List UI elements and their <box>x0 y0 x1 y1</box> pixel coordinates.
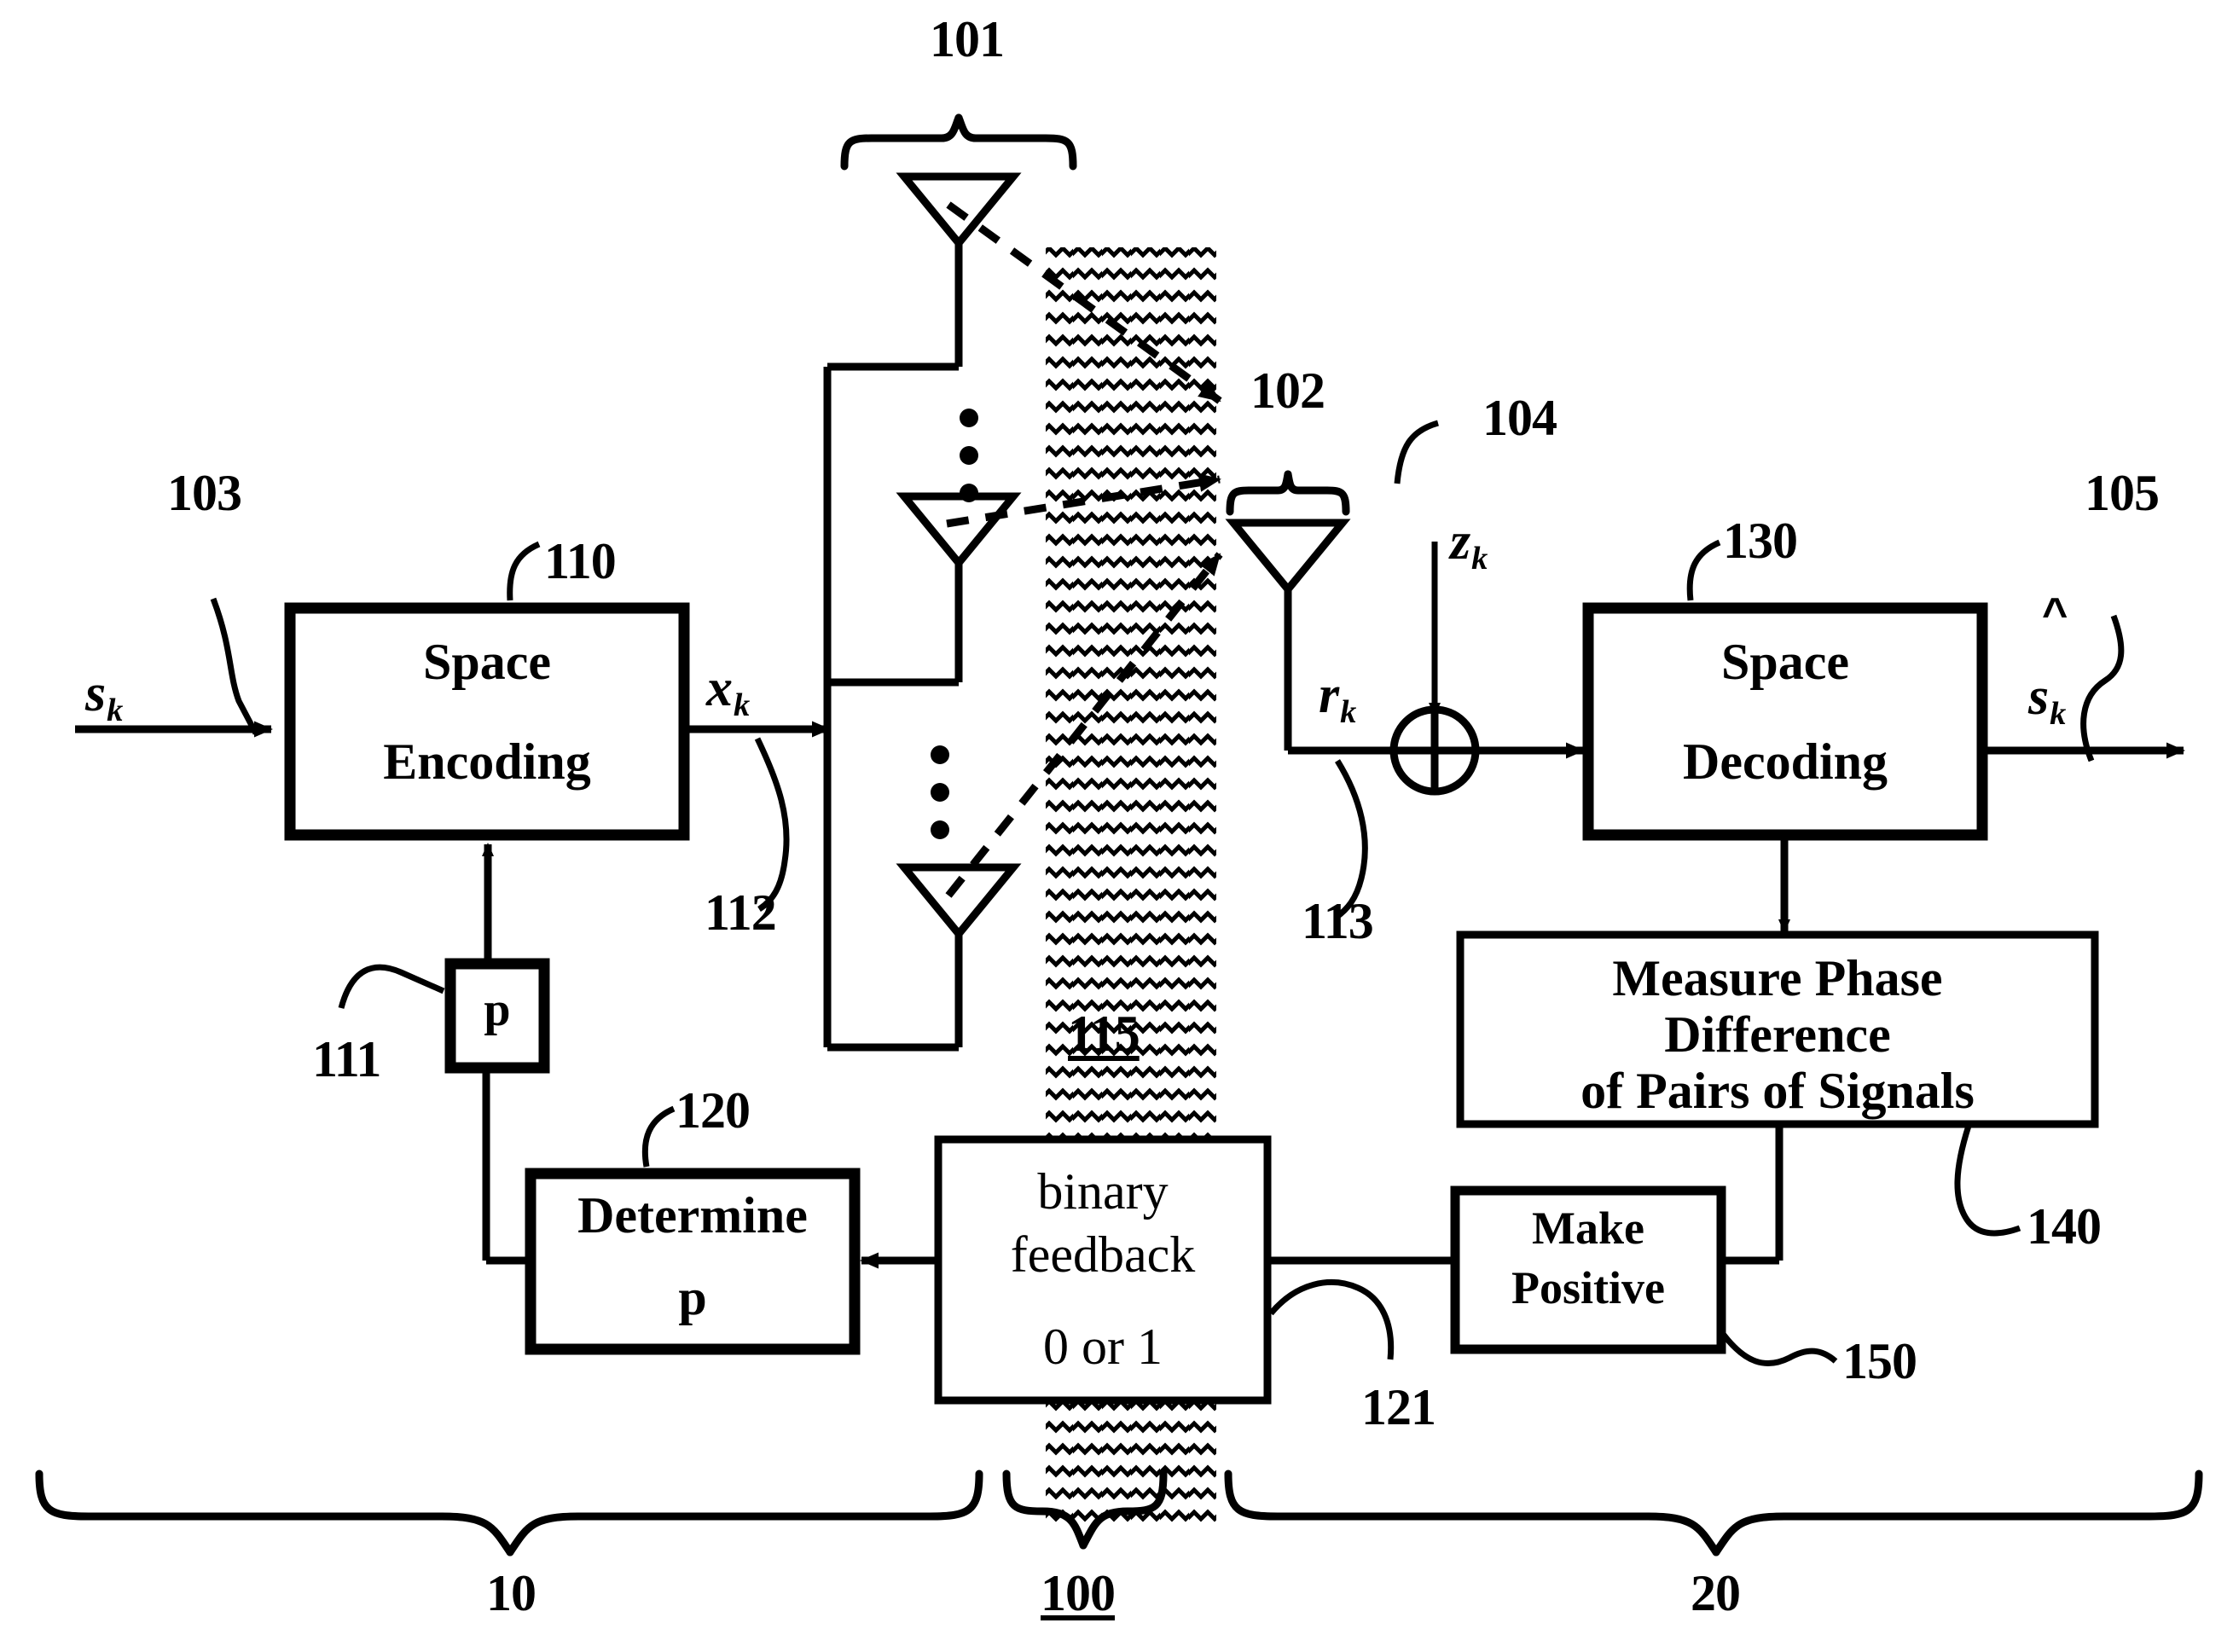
ref-100: 100 <box>1041 1565 1116 1621</box>
space-decoding-line1: Space <box>1721 634 1849 690</box>
space-decoding-line2: Decoding <box>1683 733 1888 790</box>
brace-10 <box>35 1469 983 1556</box>
brace-102 <box>1226 470 1350 516</box>
determine-p-line1: Determine <box>577 1187 808 1243</box>
leader-121 <box>1268 1279 1395 1360</box>
make-positive-line2: Positive <box>1511 1262 1665 1313</box>
ref-150: 150 <box>1842 1333 1917 1389</box>
leader-103 <box>210 597 259 735</box>
diagram-vector-layer <box>35 113 2203 1556</box>
determine-p-line2: p <box>678 1269 707 1325</box>
zk-base: z <box>1450 513 1471 571</box>
leader-150 <box>1720 1331 1838 1367</box>
binary-feedback-line2: feedback <box>1010 1226 1196 1283</box>
signal-label-sk-input: sk <box>85 664 123 729</box>
ref-102: 102 <box>1250 362 1325 419</box>
sk-sub: k <box>107 693 124 729</box>
rk-base: r <box>1319 666 1340 724</box>
ref-112: 112 <box>705 884 777 941</box>
transmit-antenna-2 <box>896 492 1022 570</box>
signal-label-rk: rk <box>1319 665 1356 731</box>
brace-101 <box>840 113 1077 171</box>
leader-111 <box>338 964 445 1009</box>
ref-130: 130 <box>1723 513 1798 569</box>
zk-sub: k <box>1471 541 1488 577</box>
ref-111: 111 <box>312 1031 381 1087</box>
brace-20 <box>1224 1469 2203 1556</box>
leader-105 <box>2080 614 2125 762</box>
space-encoding-line1: Space <box>423 634 551 690</box>
make-positive-line1: Make <box>1532 1203 1644 1254</box>
leader-112 <box>754 737 790 912</box>
leader-104 <box>1394 420 1440 484</box>
hat-accent-icon: ^ <box>2042 589 2068 639</box>
ref-110: 110 <box>544 533 617 589</box>
determine-to-p-path <box>482 1068 531 1265</box>
measure-phase-line2: Difference <box>1664 1006 1891 1063</box>
ref-20: 20 <box>1691 1565 1741 1621</box>
ref-121: 121 <box>1361 1379 1436 1435</box>
binary-feedback-line1: binary <box>1037 1163 1169 1220</box>
measure-phase-line3: of Pairs of Signals <box>1580 1063 1975 1119</box>
ref-113: 113 <box>1302 893 1374 949</box>
leader-110 <box>507 541 541 601</box>
ref-10: 10 <box>486 1565 536 1621</box>
ref-105: 105 <box>2085 465 2160 521</box>
ref-101: 101 <box>930 11 1005 67</box>
ref-120: 120 <box>676 1082 751 1139</box>
summation-node <box>1389 705 1480 796</box>
antenna-ellipsis-lower <box>931 745 949 839</box>
signal-label-zk: zk <box>1450 512 1488 577</box>
ref-140: 140 <box>2027 1198 2102 1255</box>
leader-130 <box>1686 539 1721 601</box>
sk-out-sub: k <box>2050 696 2067 733</box>
measure-phase-line1: Measure Phase <box>1612 950 1943 1006</box>
signal-label-sk-output: sk <box>2028 667 2066 733</box>
space-encoding-line2: Encoding <box>383 733 591 790</box>
sk-base: s <box>85 664 107 722</box>
ref-104: 104 <box>1482 390 1557 446</box>
ref-103: 103 <box>167 465 242 521</box>
xk-base: x <box>706 659 733 717</box>
ref-115: 115 <box>1068 1006 1140 1062</box>
patent-figure: Space Encoding Space Decoding p Determin… <box>0 0 2233 1652</box>
rk-sub: k <box>1340 694 1357 731</box>
leader-120 <box>641 1105 676 1168</box>
signal-label-xk: xk <box>706 658 750 724</box>
transmit-antenna-bus <box>823 243 963 1052</box>
leader-140 <box>1954 1124 2021 1237</box>
antenna-ellipsis-upper <box>960 409 978 502</box>
measure-to-makepositive-path <box>1721 1124 1784 1265</box>
sk-out-base: s <box>2028 668 2050 726</box>
xk-sub: k <box>734 687 751 724</box>
binary-feedback-line3: 0 or 1 <box>1043 1319 1163 1375</box>
p-register-label: p <box>484 983 511 1036</box>
